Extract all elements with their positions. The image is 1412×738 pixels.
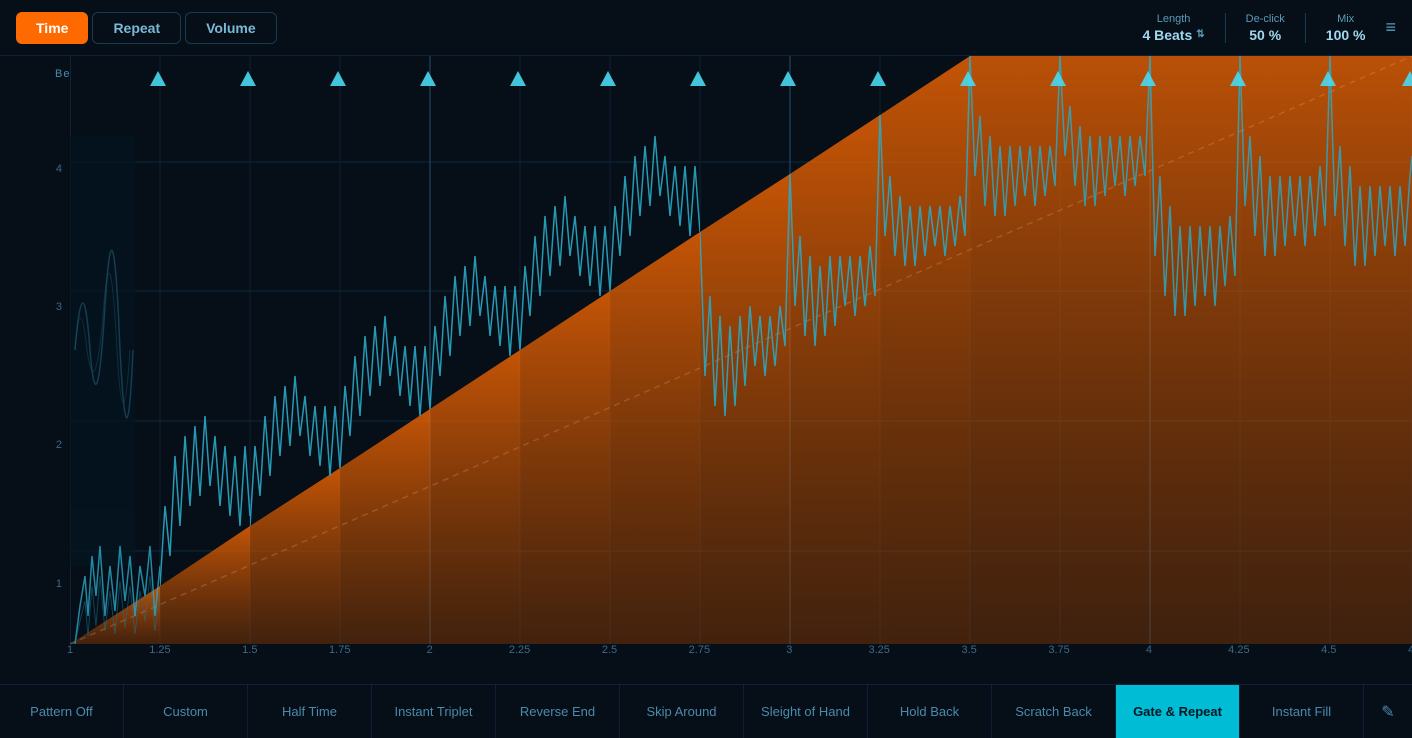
x-tick-2-5: 2.5 <box>602 644 617 656</box>
pattern-btn-gate-repeat[interactable]: Gate & Repeat <box>1116 685 1240 738</box>
x-tick-2-25: 2.25 <box>509 644 530 656</box>
pattern-btn-off[interactable]: Pattern Off <box>0 685 124 738</box>
pattern-btn-custom[interactable]: Custom <box>124 685 248 738</box>
header-controls: Length 4 Beats ⇅ De-click 50 % Mix 100 %… <box>1142 0 1396 55</box>
mix-control: Mix 100 % <box>1326 13 1366 43</box>
x-tick-4-25: 4.25 <box>1228 644 1249 656</box>
tab-time[interactable]: Time <box>16 12 88 44</box>
tab-group: Time Repeat Volume <box>16 12 277 44</box>
visualization-area: Beat 4 3 2 1 <box>0 56 1412 684</box>
divider-2 <box>1305 13 1306 43</box>
x-tick-3-5: 3.5 <box>961 644 976 656</box>
length-control: Length 4 Beats ⇅ <box>1142 13 1204 43</box>
pattern-btn-instant-fill[interactable]: Instant Fill <box>1240 685 1364 738</box>
x-tick-1: 1 <box>67 644 73 656</box>
divider-1 <box>1225 13 1226 43</box>
declick-label: De-click <box>1246 13 1285 25</box>
x-tick-1-75: 1.75 <box>329 644 350 656</box>
header: Time Repeat Volume Length 4 Beats ⇅ De-c… <box>0 0 1412 56</box>
x-tick-2: 2 <box>427 644 433 656</box>
x-tick-4-75: 4.75 <box>1408 644 1412 656</box>
x-tick-4-5: 4.5 <box>1321 644 1336 656</box>
declick-value[interactable]: 50 % <box>1249 27 1281 43</box>
y-num-1: 1 <box>56 578 62 590</box>
x-tick-1-5: 1.5 <box>242 644 257 656</box>
pattern-buttons: Pattern Off Custom Half Time Instant Tri… <box>0 684 1412 738</box>
pattern-btn-scratch-back[interactable]: Scratch Back <box>992 685 1116 738</box>
x-tick-3: 3 <box>786 644 792 656</box>
x-tick-1-25: 1.25 <box>149 644 170 656</box>
length-label: Length <box>1157 13 1191 25</box>
mix-value[interactable]: 100 % <box>1326 27 1366 43</box>
y-num-3: 3 <box>56 301 62 313</box>
pattern-btn-sleight-of-hand[interactable]: Sleight of Hand <box>744 685 868 738</box>
length-value[interactable]: 4 Beats ⇅ <box>1142 27 1204 43</box>
tab-volume[interactable]: Volume <box>185 12 277 44</box>
y-num-4: 4 <box>56 163 62 175</box>
tab-repeat[interactable]: Repeat <box>92 12 181 44</box>
y-num-2: 2 <box>56 439 62 451</box>
pattern-btn-skip-around[interactable]: Skip Around <box>620 685 744 738</box>
mix-label: Mix <box>1337 13 1354 25</box>
edit-pattern-button[interactable]: ✎ <box>1364 685 1412 738</box>
pattern-btn-reverse-end[interactable]: Reverse End <box>496 685 620 738</box>
x-tick-3-75: 3.75 <box>1048 644 1069 656</box>
pattern-btn-instant-triplet[interactable]: Instant Triplet <box>372 685 496 738</box>
pattern-btn-half-time[interactable]: Half Time <box>248 685 372 738</box>
pattern-btn-hold-back[interactable]: Hold Back <box>868 685 992 738</box>
mix-settings-icon[interactable]: ≡ <box>1385 17 1396 38</box>
x-tick-3-25: 3.25 <box>869 644 890 656</box>
waveform-canvas[interactable] <box>70 56 1412 644</box>
x-tick-4: 4 <box>1146 644 1152 656</box>
x-tick-2-75: 2.75 <box>689 644 710 656</box>
y-axis: 4 3 2 1 <box>0 56 70 684</box>
x-axis: 1 1.25 1.5 1.75 2 2.25 2.5 2.75 3 3.25 3… <box>70 644 1412 684</box>
declick-control: De-click 50 % <box>1246 13 1285 43</box>
waveform-svg <box>70 56 1412 644</box>
